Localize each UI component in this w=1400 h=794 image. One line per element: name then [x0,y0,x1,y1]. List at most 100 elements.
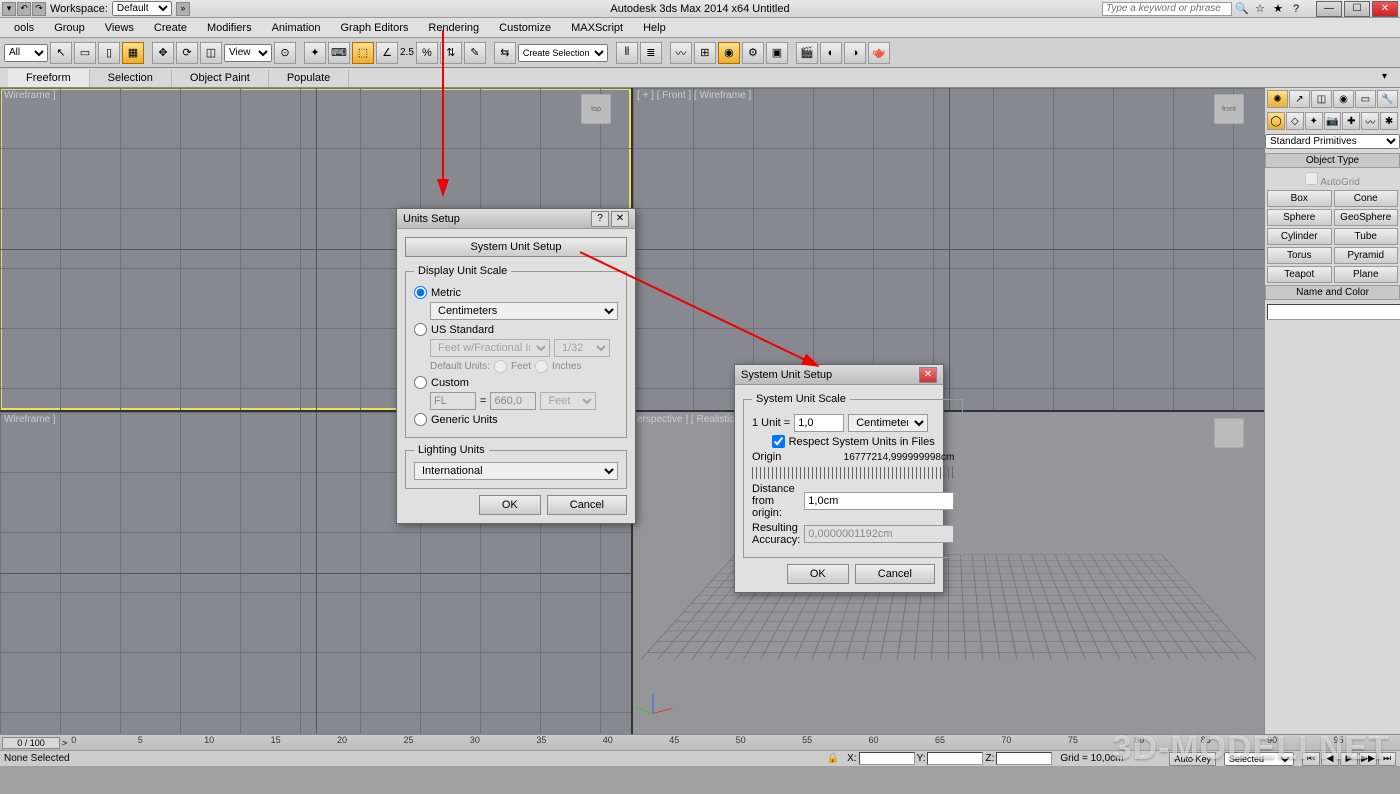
edit-named-sel-icon[interactable]: ✎ [464,42,486,64]
coord-x-input[interactable] [859,752,915,765]
panel-hierarchy-icon[interactable]: ◫ [1311,90,1332,108]
viewcube-top[interactable]: top [581,94,611,124]
unit-type-select[interactable]: Centimeters [848,414,928,432]
menu-group[interactable]: Group [44,20,95,36]
menu-rendering[interactable]: Rendering [418,20,489,36]
units-cancel-button[interactable]: Cancel [547,495,627,515]
menu-graph-editors[interactable]: Graph Editors [331,20,419,36]
panel-utilities-icon[interactable]: 🔧 [1377,90,1398,108]
mirror-icon[interactable]: ⇆ [494,42,516,64]
us-radio[interactable] [414,323,427,336]
custom-radio[interactable] [414,376,427,389]
metric-radio[interactable] [414,286,427,299]
prim-teapot[interactable]: Teapot [1267,266,1332,283]
menu-views[interactable]: Views [95,20,144,36]
units-close-button[interactable]: ✕ [611,211,629,227]
minimize-button[interactable]: — [1316,1,1342,17]
spinner-snap-icon[interactable]: ⇅ [440,42,462,64]
scale-icon[interactable]: ◫ [200,42,222,64]
move-icon[interactable]: ✥ [152,42,174,64]
workspace-select[interactable]: Default [112,1,172,16]
prim-pyramid[interactable]: Pyramid [1334,247,1399,264]
cat-geometry-icon[interactable]: ◯ [1267,112,1285,130]
tab-populate[interactable]: Populate [269,69,349,87]
layers-icon[interactable]: ≣ [640,42,662,64]
viewcube-persp[interactable] [1214,418,1244,448]
use-center-icon[interactable]: ⊙ [274,42,296,64]
named-selection-select[interactable]: Create Selection Se [518,44,608,62]
comm-center-icon[interactable]: ☆ [1252,2,1268,16]
name-color-header[interactable]: Name and Color [1265,285,1400,300]
panel-modify-icon[interactable]: ↗ [1289,90,1310,108]
qat-undo-icon[interactable]: ↶ [17,2,31,16]
tab-object-paint[interactable]: Object Paint [172,69,269,87]
percent-snap-icon[interactable]: % [416,42,438,64]
render-iterative-icon[interactable]: ◐ [820,42,842,64]
app-menu-icon[interactable]: ▾ [2,2,16,16]
generic-radio[interactable] [414,413,427,426]
units-help-button[interactable]: ? [591,211,609,227]
render-production-icon[interactable]: 🎬 [796,42,818,64]
prim-sphere[interactable]: Sphere [1267,209,1332,226]
sys-close-button[interactable]: ✕ [919,367,937,383]
window-crossing-icon[interactable]: ▦ [122,42,144,64]
menu-create[interactable]: Create [144,20,197,36]
object-name-input[interactable] [1267,304,1400,320]
prim-box[interactable]: Box [1267,190,1332,207]
panel-motion-icon[interactable]: ◉ [1333,90,1354,108]
curve-editor-icon[interactable]: 〰 [670,42,692,64]
unit-value-input[interactable] [794,414,844,432]
prim-geosphere[interactable]: GeoSphere [1334,209,1399,226]
align-icon[interactable]: ⫴ [616,42,638,64]
schematic-view-icon[interactable]: ⊞ [694,42,716,64]
select-manipulate-icon[interactable]: ✦ [304,42,326,64]
cat-spacewarps-icon[interactable]: 〰 [1361,112,1379,130]
rotate-icon[interactable]: ⟳ [176,42,198,64]
favorites-icon[interactable]: ★ [1270,2,1286,16]
cat-cameras-icon[interactable]: 📷 [1324,112,1342,130]
keyboard-shortcut-icon[interactable]: ⌨ [328,42,350,64]
angle-snap-icon[interactable]: ∠ [376,42,398,64]
panel-create-icon[interactable]: ✺ [1267,90,1288,108]
qat-redo-icon[interactable]: ↷ [32,2,46,16]
prim-plane[interactable]: Plane [1334,266,1399,283]
units-ok-button[interactable]: OK [479,495,541,515]
select-region-rect-icon[interactable]: ▯ [98,42,120,64]
lighting-select[interactable]: International [414,462,618,480]
sys-ok-button[interactable]: OK [787,564,849,584]
tab-selection[interactable]: Selection [90,69,172,87]
origin-slider[interactable] [752,467,954,479]
cat-lights-icon[interactable]: ✦ [1305,112,1323,130]
coord-y-input[interactable] [927,752,983,765]
menu-help[interactable]: Help [633,20,676,36]
ribbon-collapse-icon[interactable]: ▾ [1382,71,1396,85]
ref-coord-select[interactable]: View [224,44,272,62]
select-object-icon[interactable]: ↖ [50,42,72,64]
rendered-frame-icon[interactable]: ▣ [766,42,788,64]
panel-display-icon[interactable]: ▭ [1355,90,1376,108]
cat-shapes-icon[interactable]: ◇ [1286,112,1304,130]
search-icon[interactable]: 🔍 [1234,2,1250,16]
maximize-button[interactable]: ☐ [1344,1,1370,17]
teapot-render-icon[interactable]: 🫖 [868,42,890,64]
respect-checkbox[interactable] [772,435,785,448]
snap-toggle-icon[interactable]: ⬚ [352,42,374,64]
prim-cone[interactable]: Cone [1334,190,1399,207]
prim-torus[interactable]: Torus [1267,247,1332,264]
metric-select[interactable]: Centimeters [430,302,618,320]
coord-z-input[interactable] [996,752,1052,765]
workspace-expand-icon[interactable]: » [176,2,190,16]
help-icon[interactable]: ? [1288,2,1304,16]
menu-customize[interactable]: Customize [489,20,561,36]
slider-thumb[interactable]: 0 / 100 [2,737,60,749]
close-button[interactable]: ✕ [1372,1,1398,17]
menu-modifiers[interactable]: Modifiers [197,20,262,36]
system-unit-setup-button[interactable]: System Unit Setup [405,237,627,257]
prim-cylinder[interactable]: Cylinder [1267,228,1332,245]
search-input[interactable] [1102,2,1232,16]
render-setup-icon[interactable]: ⚙ [742,42,764,64]
primitive-category-select[interactable]: Standard Primitives [1265,134,1400,149]
cat-systems-icon[interactable]: ✱ [1380,112,1398,130]
material-editor-icon[interactable]: ◉ [718,42,740,64]
render-activeshade-icon[interactable]: ◑ [844,42,866,64]
